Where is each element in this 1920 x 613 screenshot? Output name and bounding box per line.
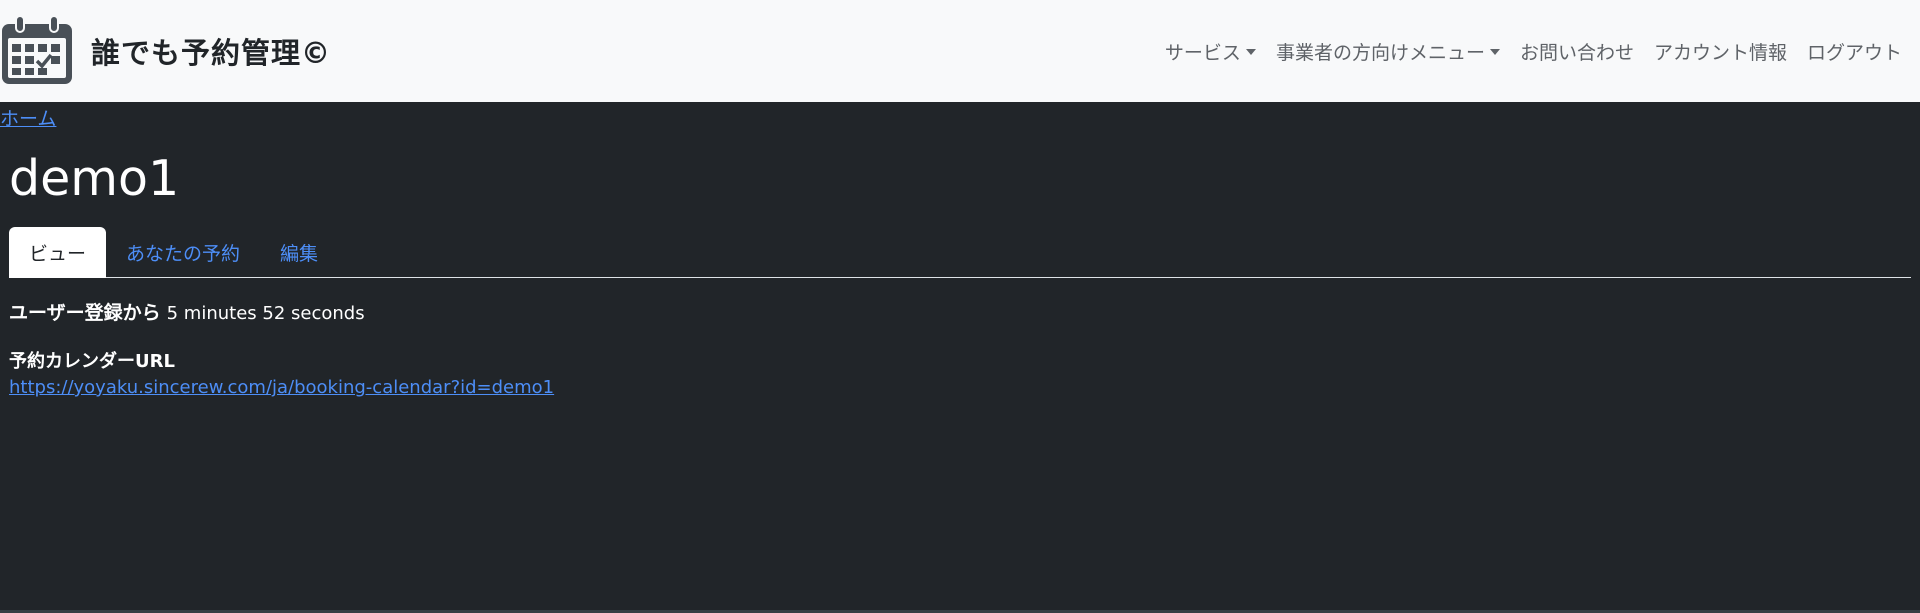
nav-item-label: お問い合わせ — [1519, 41, 1634, 64]
tab-edit[interactable]: 編集 — [260, 227, 338, 277]
caret-down-icon — [1245, 49, 1256, 55]
tab-view[interactable]: ビュー — [9, 227, 107, 278]
nav-item-label: アカウント情報 — [1653, 41, 1787, 64]
member-for-field: ユーザー登録から 5 minutes 52 seconds — [9, 298, 365, 325]
tab-bar: ビュー あなたの予約 編集 — [9, 227, 1911, 278]
nav-item-label: 事業者の方向けメニュー — [1275, 41, 1485, 64]
nav-item-label: ログアウト — [1806, 41, 1902, 64]
breadcrumb-home-link[interactable]: ホーム — [0, 104, 56, 131]
nav-item-services[interactable]: サービス — [1155, 38, 1266, 65]
brand-link[interactable]: 誰でも予約管理© — [0, 0, 331, 102]
caret-down-icon — [1489, 49, 1500, 55]
page-title: demo1 — [9, 150, 180, 207]
nav-item-business-menu[interactable]: 事業者の方向けメニュー — [1266, 38, 1510, 65]
nav-item-logout[interactable]: ログアウト — [1797, 38, 1912, 65]
top-navbar: 誰でも予約管理© サービス 事業者の方向けメニュー お問い合わせ アカウント情報… — [0, 0, 1920, 102]
brand-name: 誰でも予約管理© — [91, 36, 332, 70]
calendar-url-label: 予約カレンダーURL — [9, 351, 175, 372]
nav-item-account[interactable]: アカウント情報 — [1644, 38, 1797, 65]
nav-item-label: サービス — [1164, 41, 1241, 64]
nav-item-contact[interactable]: お問い合わせ — [1510, 38, 1644, 65]
tab-your-bookings[interactable]: あなたの予約 — [106, 227, 260, 277]
calendar-check-icon — [2, 15, 72, 84]
member-for-label: ユーザー登録から — [9, 302, 161, 324]
calendar-url-link[interactable]: https://yoyaku.sincerew.com/ja/booking-c… — [9, 377, 554, 398]
main-menu: サービス 事業者の方向けメニュー お問い合わせ アカウント情報 ログアウト — [1155, 0, 1912, 102]
member-for-value: 5 minutes 52 seconds — [166, 303, 365, 324]
